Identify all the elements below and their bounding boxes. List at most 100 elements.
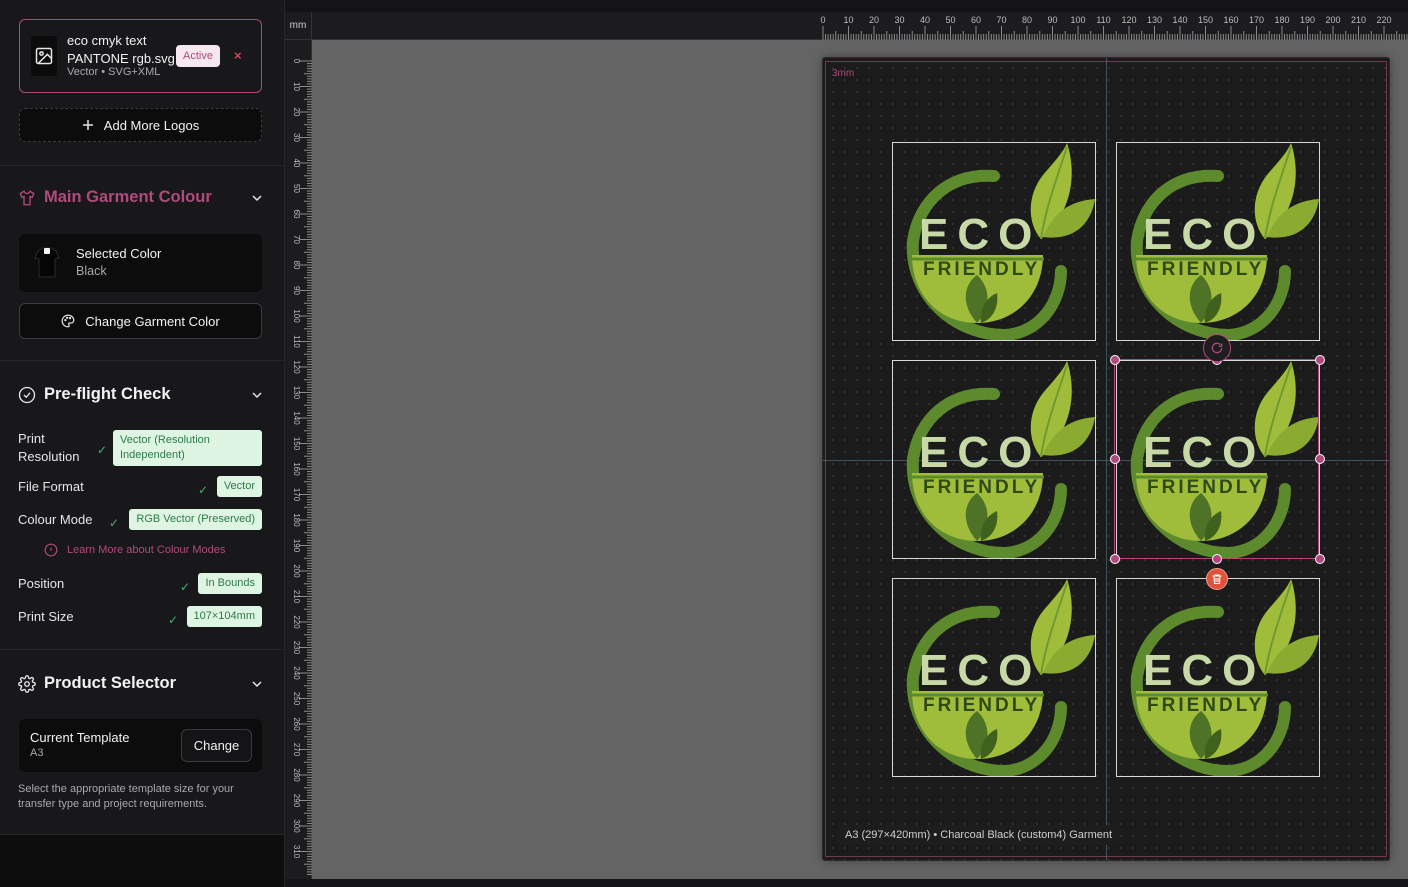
ruler-label: 80 (292, 261, 301, 270)
change-garment-color-button[interactable]: Change Garment Color (19, 303, 262, 339)
preflight-label: Colour Mode (18, 512, 93, 527)
resize-handle[interactable] (1315, 355, 1325, 365)
logo-tile[interactable]: ECO FRIENDLY (892, 142, 1096, 341)
logo-tile[interactable]: ECO FRIENDLY (892, 360, 1096, 559)
shirt-icon (19, 189, 35, 205)
preflight-label: Print Resolution (18, 431, 80, 464)
eco-friendly-logo: ECO FRIENDLY (906, 361, 1095, 558)
selected-color-label: Selected Color (76, 246, 162, 261)
logo-file-name: eco cmyk text PANTONE rgb.svg (67, 32, 182, 67)
learn-colour-modes-label: Learn More about Colour Modes (67, 544, 226, 556)
check-icon: ✓ (168, 613, 179, 627)
ruler-label: 30 (894, 15, 904, 25)
selected-color-value: Black (76, 264, 107, 278)
ruler-label: 180 (292, 513, 301, 527)
ruler-label: 270 (292, 743, 301, 757)
ruler-label: 170 (292, 488, 301, 502)
resize-handle[interactable] (1110, 454, 1120, 464)
canvas-workspace[interactable]: mm 0 10 20 30 40 50 60 70 80 90 100 110 120 130 140 150… (285, 0, 1408, 887)
ruler-label: 70 (292, 235, 301, 244)
app-root: eco cmyk text PANTONE rgb.svg Vector • S… (0, 0, 1408, 887)
bleed-label: 3mm (832, 68, 855, 79)
logo-text-top: ECO (919, 646, 1041, 695)
change-garment-color-label: Change Garment Color (85, 313, 220, 329)
logo-text-bottom: FRIENDLY (1147, 477, 1264, 498)
artboard[interactable]: 3mm ECO FRIENDLY ECO FRIENDLY ECO FRIEND… (822, 57, 1390, 861)
change-template-button[interactable]: Change (181, 729, 252, 762)
delete-handle[interactable] (1206, 568, 1228, 590)
preflight-badge: Vector (216, 476, 262, 497)
logo-text-bottom: FRIENDLY (923, 259, 1040, 280)
preflight-row-colour-mode: Colour Mode ✓ RGB Vector (Preserved) (18, 509, 262, 531)
rotate-icon (1211, 342, 1223, 354)
logo-tile-selected[interactable]: ECO FRIENDLY (1116, 360, 1320, 559)
resize-handle[interactable] (1315, 454, 1325, 464)
horizontal-ruler: 0 10 20 30 40 50 60 70 80 90 100 110 120 130 140 150 160… (312, 12, 1408, 40)
ruler-label: 20 (869, 15, 879, 25)
ruler-label: 200 (1325, 15, 1340, 25)
preflight-row-resolution: Print Resolution ✓ Vector (Resolution In… (18, 430, 262, 466)
logo-text-top: ECO (1143, 210, 1265, 259)
preflight-badge: 107×104mm (186, 606, 262, 627)
resize-handle[interactable] (1110, 355, 1120, 365)
preflight-section-header[interactable]: Pre-flight Check (18, 385, 263, 404)
artboard-caption: A3 (297×420mm) • Charcoal Black (custom4… (837, 825, 1121, 845)
chevron-down-icon[interactable] (251, 678, 263, 690)
logo-text-bottom: FRIENDLY (1147, 259, 1264, 280)
ruler-label: 300 (292, 819, 301, 833)
eco-friendly-logo: ECO FRIENDLY (906, 579, 1095, 776)
preflight-label: Print Size (18, 609, 74, 624)
ruler-label: 100 (1070, 15, 1085, 25)
trash-icon (1212, 574, 1222, 585)
info-icon (44, 543, 58, 557)
uploaded-logo-card[interactable]: eco cmyk text PANTONE rgb.svg Vector • S… (19, 19, 262, 93)
ruler-label: 50 (945, 15, 955, 25)
gear-icon (18, 674, 36, 693)
ruler-label: 20 (292, 108, 301, 117)
close-icon[interactable]: × (234, 48, 242, 63)
rotate-handle[interactable] (1203, 334, 1231, 362)
chevron-down-icon[interactable] (251, 192, 263, 204)
ruler-label: 260 (292, 717, 301, 731)
add-more-logos-button[interactable]: Add More Logos (19, 108, 262, 142)
garment-section-header[interactable]: Main Garment Colour (18, 188, 263, 207)
resize-handle[interactable] (1212, 554, 1222, 564)
center-guide-vertical (1106, 58, 1107, 860)
ruler-label: 140 (292, 411, 301, 425)
resize-handle[interactable] (1315, 554, 1325, 564)
add-more-logos-label: Add More Logos (103, 117, 200, 133)
logo-text-bottom: FRIENDLY (1147, 695, 1264, 716)
ruler-label: 60 (292, 210, 301, 219)
ruler-label: 290 (292, 794, 301, 808)
ruler-unit: mm (285, 12, 312, 40)
template-help-text: Select the appropriate template size for… (18, 783, 234, 810)
ruler-label: 190 (1300, 15, 1315, 25)
preflight-row-print-size: Print Size ✓ 107×104mm (18, 606, 262, 628)
current-template-label: Current Template (30, 730, 130, 745)
preflight-badge: In Bounds (198, 573, 262, 594)
logo-file-name-line1: eco cmyk text (67, 33, 147, 48)
logo-tile[interactable]: ECO FRIENDLY (892, 578, 1096, 777)
ruler-label: 90 (1047, 15, 1057, 25)
check-icon: ✓ (97, 443, 108, 457)
ruler-label: 190 (292, 539, 301, 553)
current-template-card: Current Template A3 Change (19, 719, 262, 772)
resize-handle[interactable] (1110, 554, 1120, 564)
logo-text-bottom: FRIENDLY (923, 477, 1040, 498)
ruler-label: 170 (1249, 15, 1264, 25)
ruler-label: 120 (1121, 15, 1136, 25)
product-section-header[interactable]: Product Selector (18, 674, 263, 693)
garment-section-title: Main Garment Colour (44, 188, 212, 206)
ruler-label: 280 (292, 768, 301, 782)
logo-tile[interactable]: ECO FRIENDLY (1116, 142, 1320, 341)
logo-file-meta: Vector • SVG+XML (67, 66, 161, 78)
ruler-label: 100 (292, 309, 301, 323)
learn-colour-modes-link[interactable]: Learn More about Colour Modes (44, 543, 225, 557)
ruler-label: 210 (292, 590, 301, 604)
divider (0, 360, 284, 361)
chevron-down-icon[interactable] (251, 389, 263, 401)
logo-tile[interactable]: ECO FRIENDLY (1116, 578, 1320, 777)
ruler-label: 250 (292, 692, 301, 706)
status-badge: Active (176, 45, 220, 67)
palette-icon (61, 314, 75, 328)
